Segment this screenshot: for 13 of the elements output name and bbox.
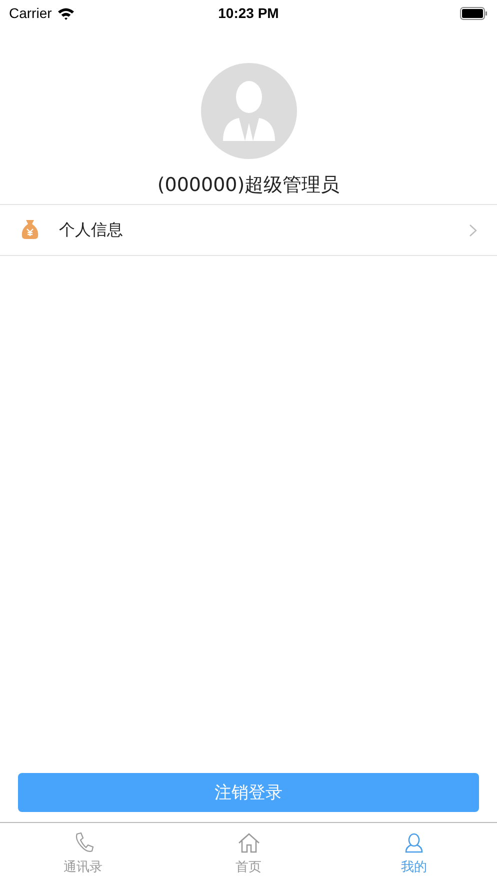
logout-button[interactable]: 注销登录 <box>18 773 479 812</box>
tab-item[interactable]: 首页 <box>166 823 332 883</box>
avatar-icon <box>200 63 296 159</box>
wifi-icon <box>56 6 75 20</box>
menu-row[interactable]: 个人信息 <box>0 204 497 256</box>
user-name: (000000)超级管理员 <box>157 173 340 198</box>
tab-item[interactable]: 通讯录 <box>0 823 166 883</box>
status-time: 10:23 PM <box>218 5 279 21</box>
home-icon <box>236 830 260 854</box>
tab-item[interactable]: 我的 <box>331 823 497 883</box>
battery-icon <box>460 6 488 20</box>
chevron-icon <box>469 224 477 236</box>
carrier-label: Carrier <box>9 5 52 21</box>
